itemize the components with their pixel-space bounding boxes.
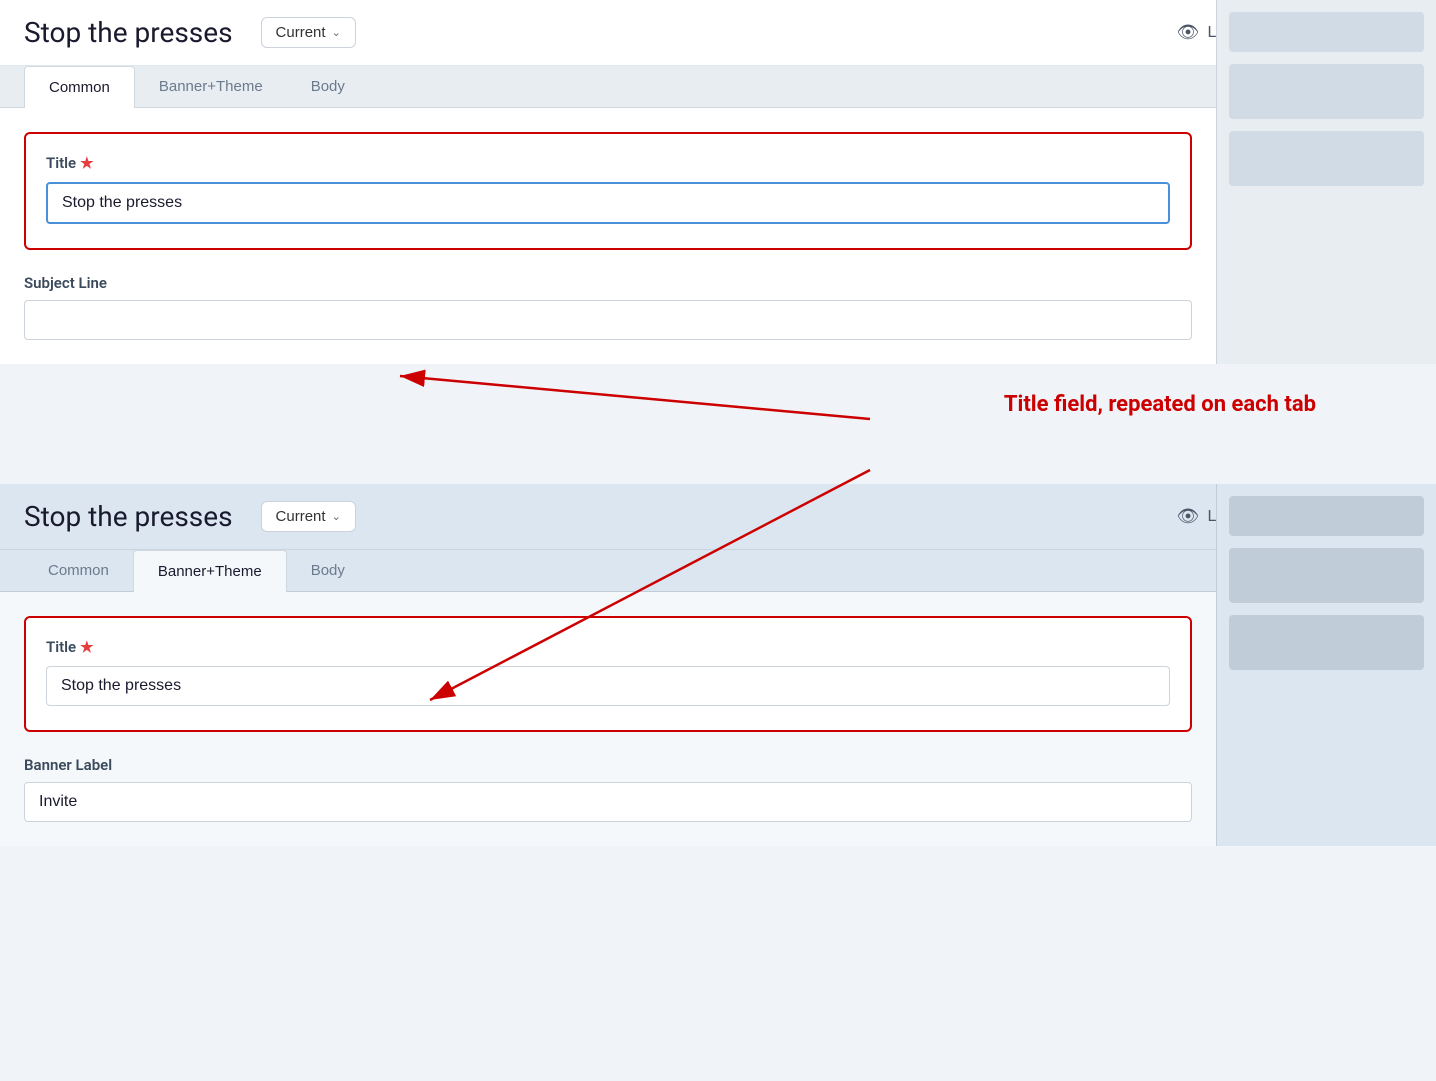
bottom-tab-common[interactable]: Common [24, 550, 133, 591]
bottom-eye-icon: 👁 [1177, 506, 1200, 527]
banner-label-section: Banner Label [24, 756, 1192, 822]
tab-banner-theme[interactable]: Banner+Theme [135, 66, 287, 107]
bottom-tab-body[interactable]: Body [287, 550, 369, 591]
top-panel-wrapper: Stop the presses Current ⌄ 👁 Live Previe… [0, 0, 1436, 364]
eye-icon: 👁 [1177, 22, 1200, 43]
bottom-panel-body: Title ★ Banner Label [0, 592, 1216, 846]
annotation-arrows [0, 364, 1436, 484]
bottom-chevron-down-icon: ⌄ [332, 510, 341, 523]
sidebar-box-3 [1229, 131, 1424, 186]
annotation-text: Title field, repeated on each tab [1004, 392, 1316, 417]
bottom-panel: Stop the presses Current ⌄ 👁 Live Previe… [0, 484, 1436, 846]
tab-body[interactable]: Body [287, 66, 369, 107]
banner-label-field-label: Banner Label [24, 756, 1192, 774]
title-section-highlighted: Title ★ [24, 132, 1192, 250]
bottom-sidebar-box-3 [1229, 615, 1424, 670]
bottom-panel-sidebar [1216, 484, 1436, 846]
subject-line-input[interactable] [24, 300, 1192, 340]
page-title: Stop the presses [24, 16, 233, 49]
top-panel-body: Title ★ Subject Line [0, 108, 1216, 364]
title-field-label: Title ★ [46, 154, 1170, 172]
bottom-tab-banner-theme[interactable]: Banner+Theme [133, 550, 287, 592]
bottom-panel-wrapper: Stop the presses Current ⌄ 👁 Live Previe… [0, 484, 1436, 846]
chevron-down-icon: ⌄ [332, 26, 341, 39]
subject-line-label: Subject Line [24, 274, 1192, 292]
top-panel: Stop the presses Current ⌄ 👁 Live Previe… [0, 0, 1436, 364]
bottom-version-dropdown[interactable]: Current ⌄ [261, 501, 356, 532]
bottom-version-label: Current [276, 508, 326, 525]
title-input[interactable] [46, 182, 1170, 224]
bottom-required-indicator: ★ [80, 638, 93, 656]
required-indicator: ★ [80, 154, 93, 172]
sidebar-box-2 [1229, 64, 1424, 119]
bottom-title-field-label: Title ★ [46, 638, 1170, 656]
top-panel-sidebar [1216, 0, 1436, 364]
bottom-page-title: Stop the presses [24, 500, 233, 533]
annotation-area: Title field, repeated on each tab [0, 364, 1436, 484]
bottom-sidebar-box-1 [1229, 496, 1424, 536]
subject-line-section: Subject Line [24, 274, 1192, 340]
sidebar-box-1 [1229, 12, 1424, 52]
version-dropdown[interactable]: Current ⌄ [261, 17, 356, 48]
bottom-title-input[interactable] [46, 666, 1170, 706]
banner-label-input[interactable] [24, 782, 1192, 822]
bottom-sidebar-box-2 [1229, 548, 1424, 603]
tab-common[interactable]: Common [24, 66, 135, 108]
bottom-title-section-highlighted: Title ★ [24, 616, 1192, 732]
version-label: Current [276, 24, 326, 41]
